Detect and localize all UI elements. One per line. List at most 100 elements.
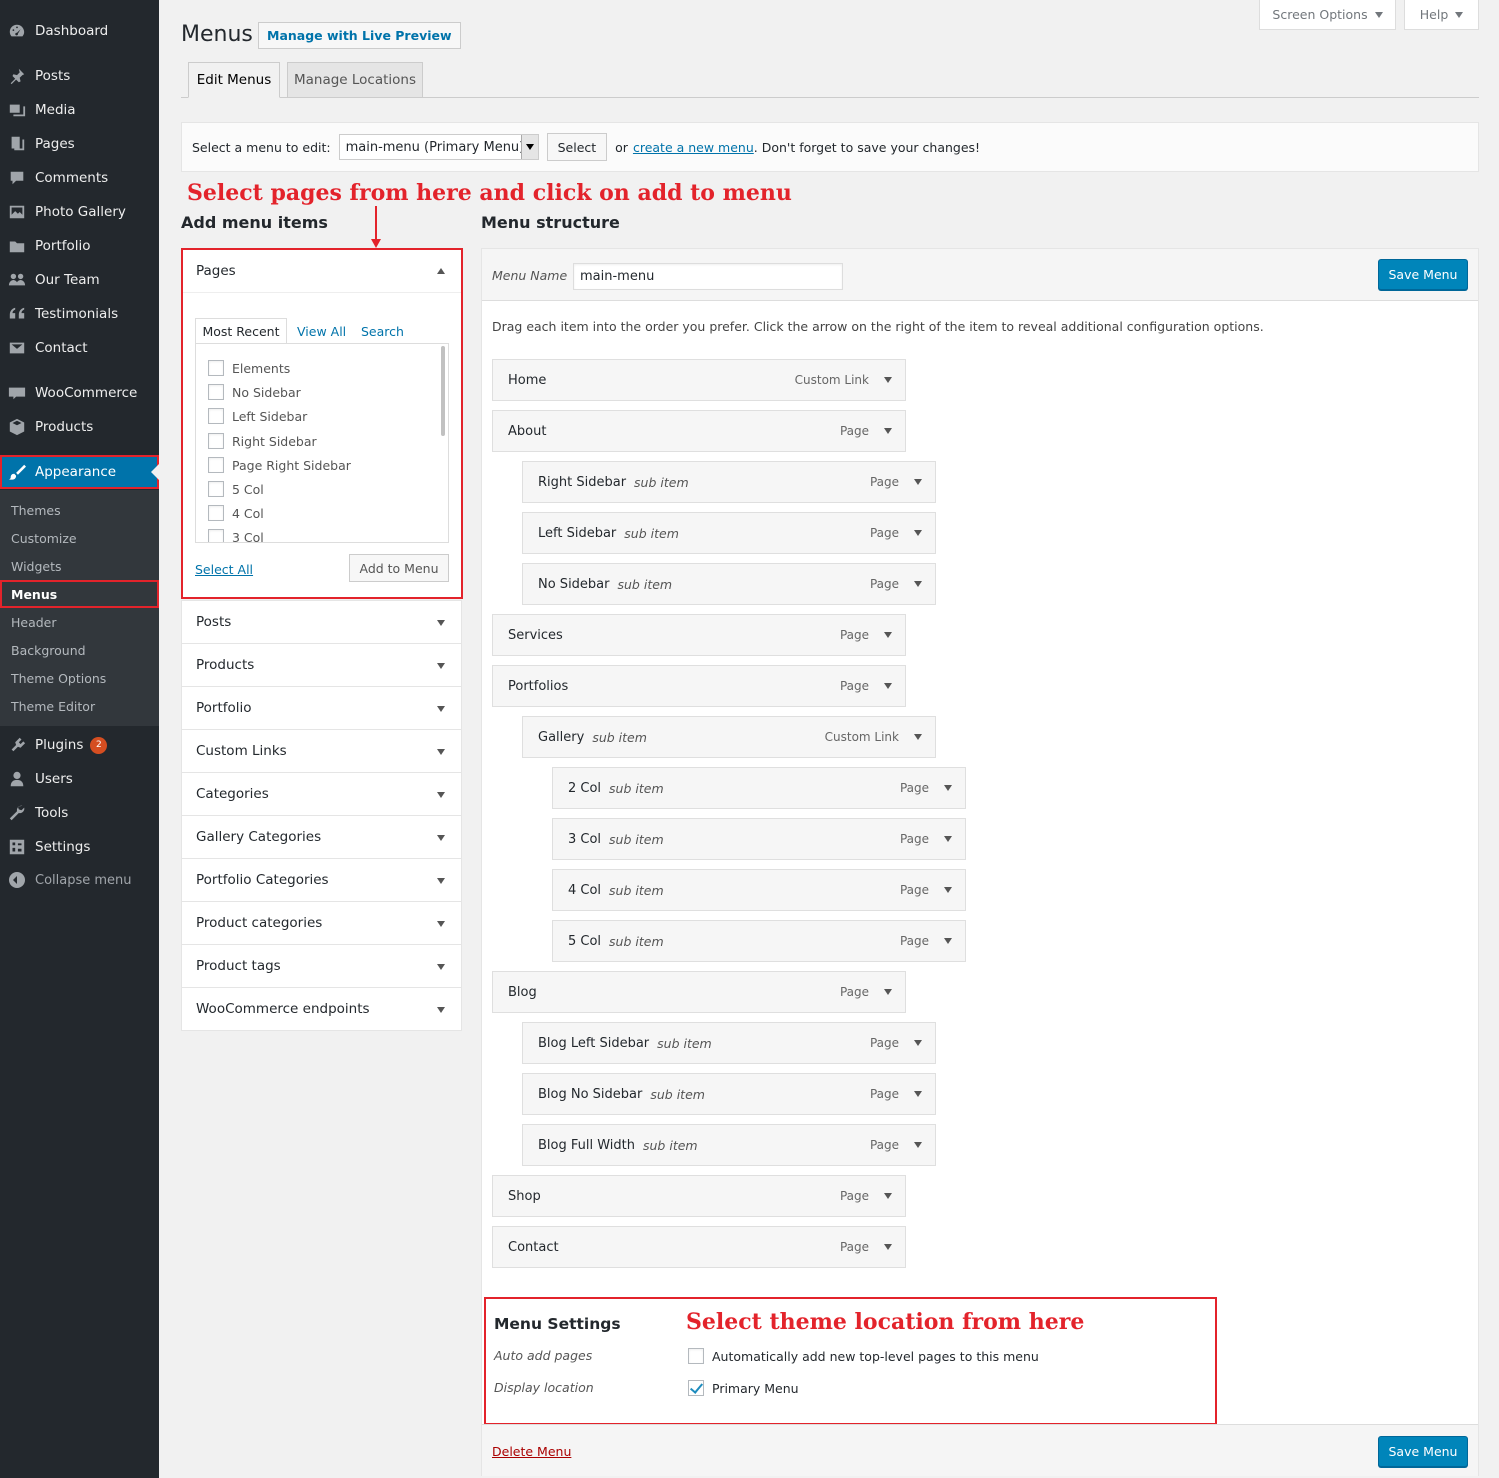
chevron-down-icon[interactable] [884,428,892,434]
menu-item[interactable]: Home Custom Link [492,359,906,401]
chevron-down-icon[interactable] [884,1193,892,1199]
chevron-down-icon[interactable] [914,479,922,485]
accordion-posts[interactable]: Posts [181,600,462,644]
scrollbar[interactable] [441,346,445,436]
list-item[interactable]: 4 Col [208,501,264,525]
select-all-link[interactable]: Select All [195,562,253,577]
list-item[interactable]: Right Sidebar [208,429,317,453]
menu-item-pages[interactable]: Pages [0,127,159,161]
menu-item-tools[interactable]: Tools [0,796,159,830]
chevron-down-icon[interactable] [914,530,922,536]
create-menu-link[interactable]: create a new menu [633,140,754,155]
menu-item[interactable]: Portfolios Page [492,665,906,707]
list-item[interactable]: 5 Col [208,477,264,501]
save-menu-button-top[interactable]: Save Menu [1378,259,1468,290]
chevron-down-icon[interactable] [884,377,892,383]
menu-item[interactable]: 3 Col sub item Page [552,818,966,860]
list-item[interactable]: 3 Col [208,525,264,542]
menu-item-contact[interactable]: Contact [0,331,159,365]
chevron-down-icon[interactable] [914,1091,922,1097]
accordion-categories[interactable]: Categories [181,772,462,816]
submenu-themes[interactable]: Themes [0,496,159,524]
menu-item[interactable]: 2 Col sub item Page [552,767,966,809]
accordion-custom-links[interactable]: Custom Links [181,729,462,773]
menu-item[interactable]: Contact Page [492,1226,906,1268]
submenu-background[interactable]: Background [0,636,159,664]
menu-item-appearance[interactable]: Appearance [0,455,159,489]
menu-name-input[interactable]: main-menu [573,263,843,290]
chevron-down-icon[interactable] [914,1040,922,1046]
menu-item-our-team[interactable]: Our Team [0,263,159,297]
menu-item[interactable]: 5 Col sub item Page [552,920,966,962]
chevron-down-icon[interactable] [914,734,922,740]
menu-item[interactable]: Services Page [492,614,906,656]
collapse-menu-button[interactable]: Collapse menu [0,863,159,897]
submenu-theme-options[interactable]: Theme Options [0,664,159,692]
menu-item-posts[interactable]: Posts [0,59,159,93]
live-preview-button[interactable]: Manage with Live Preview [258,22,461,49]
chevron-down-icon[interactable] [944,836,952,842]
accordion-portfolio[interactable]: Portfolio [181,686,462,730]
menu-item-dashboard[interactable]: Dashboard [0,14,159,48]
menu-item[interactable]: Right Sidebar sub item Page [522,461,936,503]
accordion-products[interactable]: Products [181,643,462,687]
submenu-widgets[interactable]: Widgets [0,552,159,580]
menu-item[interactable]: 4 Col sub item Page [552,869,966,911]
checkbox[interactable] [208,505,224,521]
chevron-down-icon[interactable] [914,1142,922,1148]
menu-item-woocommerce[interactable]: WooCommerce [0,376,159,410]
tab-search[interactable]: Search [361,318,404,344]
submenu-menus[interactable]: Menus [0,580,159,608]
menu-item[interactable]: Blog No Sidebar sub item Page [522,1073,936,1115]
tab-most-recent[interactable]: Most Recent [195,318,287,344]
menu-item-products[interactable]: Products [0,410,159,444]
add-to-menu-button[interactable]: Add to Menu [349,554,449,582]
save-menu-button-bottom[interactable]: Save Menu [1378,1436,1468,1467]
menu-item-portfolio[interactable]: Portfolio [0,229,159,263]
tab-edit-menus[interactable]: Edit Menus [188,62,280,98]
checkbox[interactable] [208,384,224,400]
checkbox[interactable] [208,408,224,424]
checkbox[interactable] [208,481,224,497]
checkbox[interactable] [208,433,224,449]
chevron-down-icon[interactable] [914,581,922,587]
list-item[interactable]: No Sidebar [208,380,301,404]
menu-item-comments[interactable]: Comments [0,161,159,195]
auto-add-option[interactable]: Automatically add new top-level pages to… [688,1348,1039,1364]
checkbox[interactable] [208,529,224,542]
menu-item-media[interactable]: Media [0,93,159,127]
menu-item[interactable]: Blog Full Width sub item Page [522,1124,936,1166]
auto-add-checkbox[interactable] [688,1348,704,1364]
screen-options-button[interactable]: Screen Options [1259,0,1396,30]
primary-menu-checkbox[interactable] [688,1380,704,1396]
chevron-down-icon[interactable] [884,632,892,638]
list-item[interactable]: Page Right Sidebar [208,453,351,477]
menu-item[interactable]: No Sidebar sub item Page [522,563,936,605]
help-button[interactable]: Help [1404,0,1479,30]
menu-item[interactable]: Gallery sub item Custom Link [522,716,936,758]
checkbox[interactable] [208,360,224,376]
list-item[interactable]: Elements [208,356,290,380]
menu-item-plugins[interactable]: Plugins 2 [0,728,159,762]
accordion-gallery-categories[interactable]: Gallery Categories [181,815,462,859]
menu-item[interactable]: About Page [492,410,906,452]
menu-item-photo-gallery[interactable]: Photo Gallery [0,195,159,229]
chevron-down-icon[interactable] [944,887,952,893]
chevron-down-icon[interactable] [944,785,952,791]
menu-item[interactable]: Blog Left Sidebar sub item Page [522,1022,936,1064]
accordion-woocommerce-endpoints[interactable]: WooCommerce endpoints [181,987,462,1031]
chevron-down-icon[interactable] [884,683,892,689]
accordion-product-tags[interactable]: Product tags [181,944,462,988]
pages-panel-header[interactable]: Pages [183,250,461,293]
accordion-portfolio-categories[interactable]: Portfolio Categories [181,858,462,902]
chevron-down-icon[interactable] [944,938,952,944]
primary-menu-option[interactable]: Primary Menu [688,1380,799,1396]
submenu-theme-editor[interactable]: Theme Editor [0,692,159,720]
pages-checklist[interactable]: Elements No Sidebar Left Sidebar Right S… [195,343,449,543]
menu-item[interactable]: Left Sidebar sub item Page [522,512,936,554]
menu-item[interactable]: Shop Page [492,1175,906,1217]
submenu-header[interactable]: Header [0,608,159,636]
menu-item[interactable]: Blog Page [492,971,906,1013]
delete-menu-link[interactable]: Delete Menu [492,1444,571,1459]
list-item[interactable]: Left Sidebar [208,404,307,428]
